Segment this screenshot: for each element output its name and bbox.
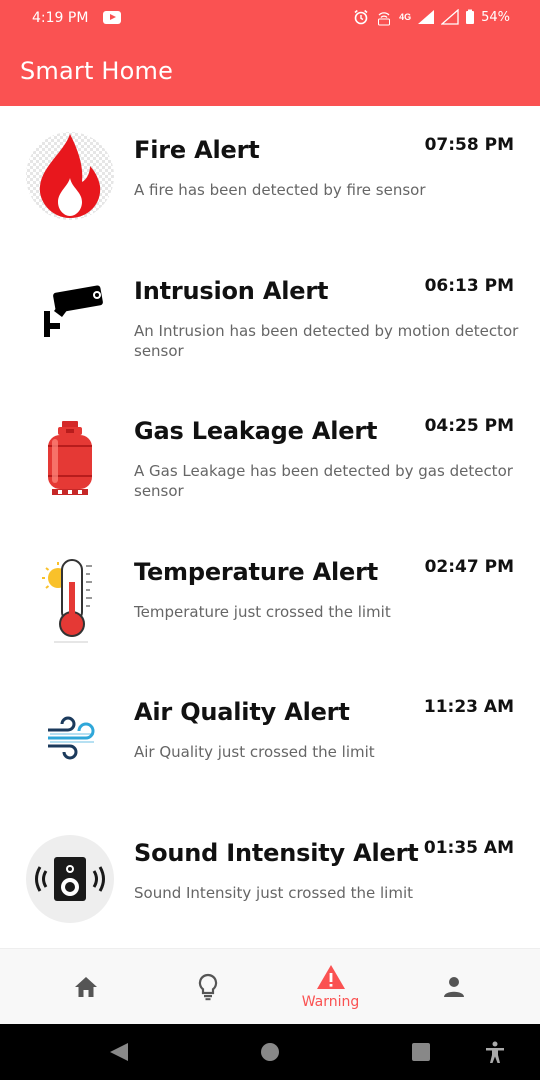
- alert-title: Temperature Alert: [134, 557, 378, 586]
- alert-title: Air Quality Alert: [134, 698, 350, 726]
- alert-title: Sound Intensity Alert: [134, 838, 419, 867]
- gas-cylinder-icon: [24, 411, 116, 503]
- alert-title: Intrusion Alert: [134, 276, 329, 305]
- nav-warning[interactable]: Warning: [263, 949, 398, 1025]
- alarm-icon: [354, 9, 368, 25]
- nav-profile[interactable]: [386, 949, 521, 1025]
- bottom-navigation: Warning: [0, 948, 540, 1024]
- alert-time: 04:25 PM: [424, 416, 514, 436]
- lightbulb-icon: [198, 973, 217, 1001]
- fire-icon: [24, 130, 116, 222]
- page-title: Smart Home: [20, 57, 174, 85]
- alert-list: Fire Alert 07:58 PM A fire has been dete…: [0, 106, 540, 949]
- person-icon: [443, 977, 464, 997]
- alert-title: Gas Leakage Alert: [134, 417, 378, 445]
- alert-description: A fire has been detected by fire sensor: [134, 181, 426, 199]
- app-header: 4:19 PM 4G 54% Smart Home: [0, 0, 540, 106]
- thermometer-icon: [24, 552, 116, 644]
- alert-description: Temperature just crossed the limit: [134, 602, 391, 621]
- status-icons: 4G 54%: [353, 8, 510, 26]
- alert-item-temperature[interactable]: Temperature Alert 02:47 PM Temperature j…: [0, 528, 540, 669]
- nav-lights[interactable]: [140, 949, 275, 1025]
- battery-icon: [466, 9, 475, 24]
- status-bar: 4:19 PM 4G 54%: [0, 0, 540, 36]
- alert-time: 07:58 PM: [424, 135, 514, 155]
- warning-icon: [316, 965, 345, 989]
- home-button-icon[interactable]: [259, 1041, 281, 1063]
- alert-description: An Intrusion has been detected by motion…: [134, 321, 519, 360]
- youtube-notification-icon: [103, 11, 121, 24]
- speaker-icon: [24, 833, 116, 925]
- alert-time: 11:23 AM: [423, 697, 514, 717]
- alert-item-gas-leakage[interactable]: Gas Leakage Alert 04:25 PM A Gas Leakage…: [0, 387, 540, 528]
- alert-time: 02:47 PM: [424, 556, 514, 577]
- signal-empty-icon: [441, 9, 459, 25]
- alert-description: A Gas Leakage has been detected by gas d…: [134, 462, 513, 500]
- signal-icon: [418, 10, 435, 24]
- back-icon[interactable]: [108, 1041, 130, 1063]
- home-icon: [74, 977, 97, 997]
- alert-item-fire[interactable]: Fire Alert 07:58 PM A fire has been dete…: [0, 106, 540, 247]
- status-time: 4:19 PM: [32, 10, 89, 26]
- nav-home[interactable]: [18, 949, 153, 1025]
- alert-title: Fire Alert: [134, 136, 260, 164]
- alert-time: 01:35 AM: [423, 837, 514, 858]
- alert-description: Sound Intensity just crossed the limit: [134, 883, 413, 902]
- alert-item-sound-intensity[interactable]: Sound Intensity Alert 01:35 AM Sound Int…: [0, 809, 540, 950]
- nav-warning-label: Warning: [301, 994, 360, 1010]
- alert-item-air-quality[interactable]: Air Quality Alert 11:23 AM Air Quality j…: [0, 668, 540, 809]
- alert-description: Air Quality just crossed the limit: [134, 743, 375, 761]
- alert-time: 06:13 PM: [424, 275, 514, 296]
- security-camera-icon: [24, 271, 116, 363]
- accessibility-icon[interactable]: [484, 1041, 506, 1065]
- recents-icon[interactable]: [410, 1041, 432, 1063]
- wind-icon: [24, 692, 116, 784]
- alert-item-intrusion[interactable]: Intrusion Alert 06:13 PM An Intrusion ha…: [0, 247, 540, 388]
- system-navigation-bar: [0, 1024, 540, 1080]
- volte-icon: [378, 12, 391, 26]
- battery-percent: 54%: [481, 9, 510, 25]
- network-type-icon: 4G: [399, 12, 412, 22]
